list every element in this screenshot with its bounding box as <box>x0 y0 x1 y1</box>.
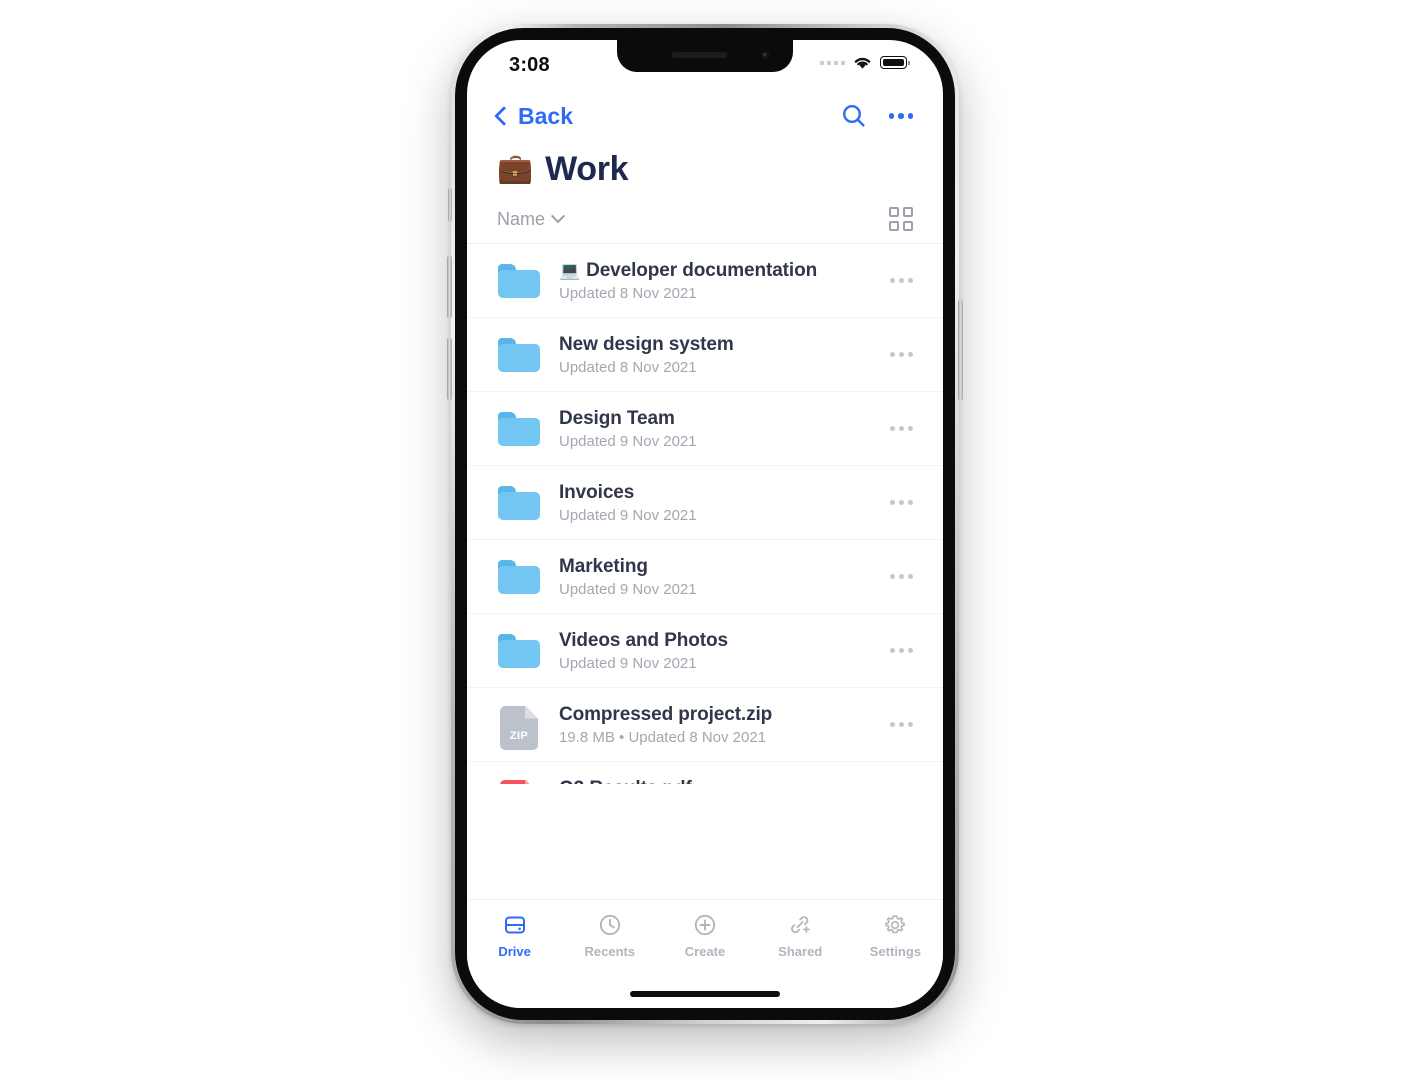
row-meta: New design system Updated 8 Nov 2021 <box>559 334 878 376</box>
file-name: New design system <box>559 333 734 355</box>
tab-label: Shared <box>778 944 823 959</box>
status-indicators <box>820 55 910 70</box>
row-more-button[interactable] <box>878 352 913 357</box>
file-subtitle: Updated 9 Nov 2021 <box>559 580 697 598</box>
zip-file-icon: ZIP <box>497 703 541 750</box>
screenshot-canvas: 3:08 Back 💼 Work Name 💻 Developer docume… <box>0 0 1410 1080</box>
row-meta: Videos and Photos Updated 9 Nov 2021 <box>559 630 878 672</box>
signal-dots-icon <box>820 60 845 65</box>
folder-icon <box>497 259 541 303</box>
tab-label: Recents <box>584 944 636 959</box>
row-more-button[interactable] <box>878 648 913 653</box>
back-button[interactable]: Back <box>494 102 573 130</box>
table-row[interactable]: ZIP Compressed project.zip 19.8 MB • Upd… <box>467 688 943 762</box>
phone-device-frame: 3:08 Back 💼 Work Name 💻 Developer docume… <box>447 24 963 1024</box>
home-indicator[interactable] <box>630 991 780 997</box>
row-more-button[interactable] <box>878 722 913 727</box>
file-name: Design Team <box>559 407 675 429</box>
file-list[interactable]: 💻 Developer documentation Updated 8 Nov … <box>467 244 943 784</box>
tab-settings[interactable]: Settings <box>848 912 943 959</box>
status-bar: 3:08 <box>467 40 943 88</box>
gear-icon <box>885 915 906 934</box>
file-subtitle: Updated 9 Nov 2021 <box>559 432 697 450</box>
page-title-row: 💼 Work <box>467 144 943 189</box>
list-toolbar: Name <box>467 207 943 244</box>
grid-view-icon <box>889 207 899 217</box>
folder-icon <box>497 629 541 673</box>
briefcase-emoji: 💼 <box>497 153 534 185</box>
tab-shared[interactable]: Shared <box>753 912 848 959</box>
row-more-button[interactable] <box>878 278 913 283</box>
tab-create[interactable]: Create <box>657 912 752 959</box>
sort-by-button[interactable]: Name <box>497 208 566 230</box>
back-button-label: Back <box>518 102 573 129</box>
nav-actions <box>841 103 913 129</box>
status-time: 3:08 <box>509 54 550 76</box>
file-name: Compressed project.zip <box>559 703 773 725</box>
tab-label: Drive <box>498 944 531 959</box>
row-meta: Marketing Updated 9 Nov 2021 <box>559 556 878 598</box>
volume-up-button[interactable] <box>447 256 452 318</box>
file-subtitle: Updated 8 Nov 2021 <box>559 358 697 376</box>
file-name: Q3 Results.pdf <box>559 778 878 785</box>
navigation-bar: Back <box>467 88 943 144</box>
sort-by-label: Name <box>497 208 546 229</box>
tab-drive[interactable]: Drive <box>467 912 562 959</box>
plus-circle-icon <box>694 914 716 936</box>
volume-down-button[interactable] <box>447 338 452 400</box>
page-title: Work <box>545 150 629 188</box>
chevron-down-icon <box>550 209 566 224</box>
clock-icon <box>599 914 620 936</box>
row-meta: Invoices Updated 9 Nov 2021 <box>559 482 878 524</box>
grid-view-toggle-button[interactable] <box>889 207 913 231</box>
phone-screen: 3:08 Back 💼 Work Name 💻 Developer docume… <box>467 40 943 1008</box>
row-meta: Compressed project.zip 19.8 MB • Updated… <box>559 704 878 746</box>
table-row[interactable]: 💻 Developer documentation Updated 8 Nov … <box>467 244 943 318</box>
silent-switch[interactable] <box>448 188 452 222</box>
file-name: 💻 Developer documentation <box>559 259 818 281</box>
table-row[interactable]: Invoices Updated 9 Nov 2021 <box>467 466 943 540</box>
file-subtitle: Updated 8 Nov 2021 <box>559 284 697 302</box>
table-row[interactable]: PDF Q3 Results.pdf 396.8 kB • Updated 8 … <box>467 762 943 784</box>
drive-icon <box>504 916 525 934</box>
laptop-emoji: 💻 <box>559 260 581 280</box>
folder-icon <box>497 333 541 377</box>
folder-icon <box>497 555 541 599</box>
file-name: Videos and Photos <box>559 629 728 651</box>
table-row[interactable]: New design system Updated 8 Nov 2021 <box>467 318 943 392</box>
file-name: Invoices <box>559 481 635 503</box>
tab-label: Create <box>684 944 726 959</box>
chevron-left-icon <box>494 106 514 126</box>
wifi-icon <box>854 57 871 69</box>
tab-recents[interactable]: Recents <box>562 912 657 959</box>
row-more-button[interactable] <box>878 426 913 431</box>
pdf-file-icon: PDF <box>497 777 541 784</box>
file-name: Marketing <box>559 555 648 577</box>
link-plus-icon <box>791 916 810 934</box>
folder-icon <box>497 407 541 451</box>
tab-label: Settings <box>869 944 922 959</box>
more-horizontal-icon <box>888 113 913 119</box>
row-meta: 💻 Developer documentation Updated 8 Nov … <box>559 260 878 302</box>
file-subtitle: Updated 9 Nov 2021 <box>559 654 697 672</box>
power-button[interactable] <box>958 300 963 400</box>
row-more-button[interactable] <box>878 500 913 505</box>
row-meta: Q3 Results.pdf 396.8 kB • Updated 8 Nov … <box>559 778 878 785</box>
search-icon <box>842 104 865 127</box>
table-row[interactable]: Design Team Updated 9 Nov 2021 <box>467 392 943 466</box>
folder-icon <box>497 481 541 525</box>
search-button[interactable] <box>841 103 867 129</box>
file-subtitle: Updated 9 Nov 2021 <box>559 506 697 524</box>
table-row[interactable]: Videos and Photos Updated 9 Nov 2021 <box>467 614 943 688</box>
battery-full-icon <box>880 56 910 69</box>
table-row[interactable]: Marketing Updated 9 Nov 2021 <box>467 540 943 614</box>
file-subtitle: 19.8 MB • Updated 8 Nov 2021 <box>559 728 767 746</box>
row-meta: Design Team Updated 9 Nov 2021 <box>559 408 878 450</box>
more-options-button[interactable] <box>888 113 913 119</box>
row-more-button[interactable] <box>878 574 913 579</box>
